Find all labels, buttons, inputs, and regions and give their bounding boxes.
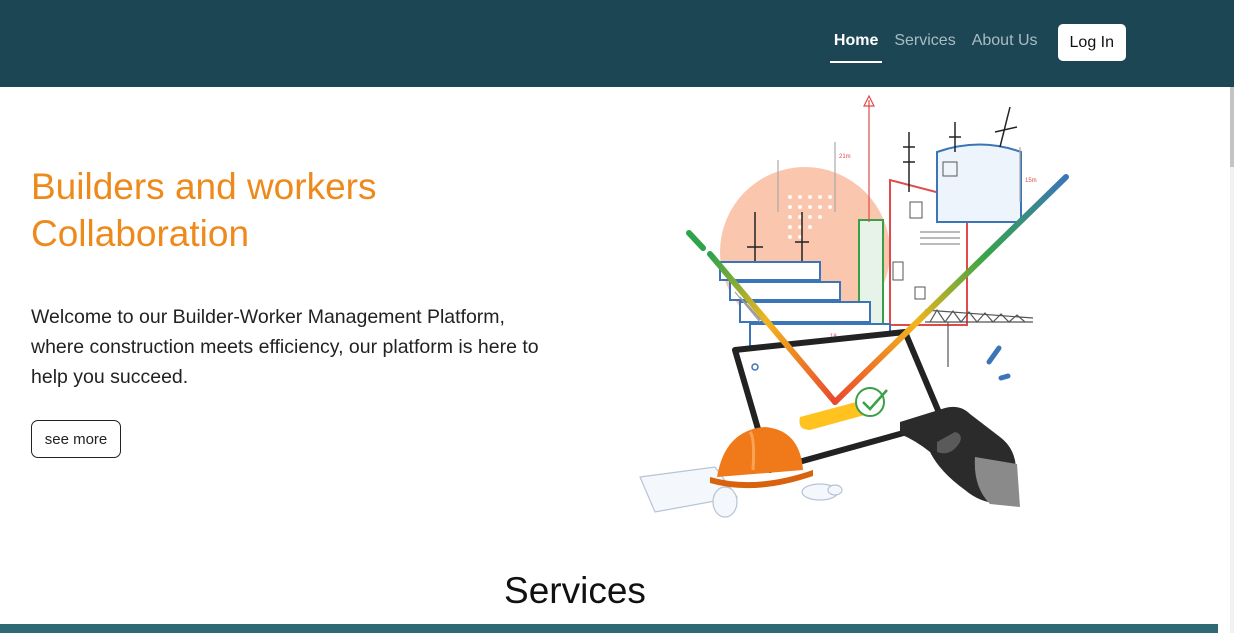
nav-links: Home Services About Us Log In: [822, 24, 1126, 63]
login-button[interactable]: Log In: [1057, 24, 1126, 61]
scrollbar-track[interactable]: [1230, 87, 1234, 633]
blue-tank: [936, 143, 1022, 223]
services-band: [0, 624, 1218, 633]
nav-link-about-us[interactable]: About Us: [968, 24, 1042, 63]
nav-link-home[interactable]: Home: [829, 24, 883, 63]
construction-illustration: 21m 15m 18: [639, 94, 1069, 518]
hero-description: Welcome to our Builder-Worker Management…: [31, 306, 539, 388]
see-more-button[interactable]: see more: [31, 420, 121, 458]
height-label-21m: 21m: [839, 154, 851, 160]
top-navbar: Home Services About Us Log In: [0, 0, 1234, 87]
hero-title: Builders and workers Collaboration: [31, 166, 377, 254]
services-heading: Services: [504, 570, 646, 611]
scrollbar-thumb[interactable]: [1230, 87, 1234, 167]
height-label-15m: 15m: [1025, 178, 1037, 184]
nav-link-services[interactable]: Services: [890, 24, 959, 63]
gloved-hand: [900, 406, 1020, 507]
